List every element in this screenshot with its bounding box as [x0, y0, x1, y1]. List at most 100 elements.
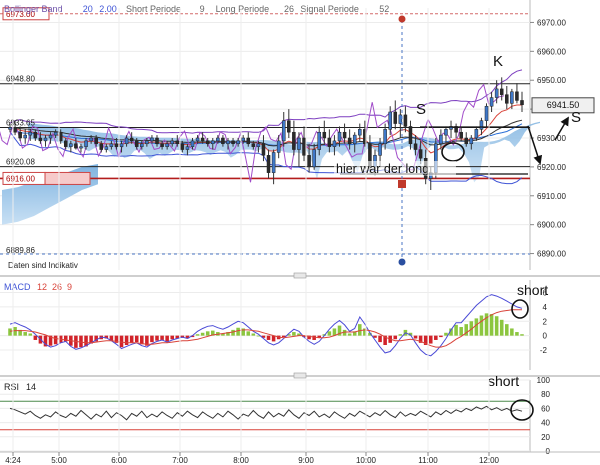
- macd-bar: [28, 333, 33, 336]
- candle-body: [413, 143, 418, 150]
- macd-bar: [134, 335, 139, 343]
- x-tick-label: 10:00: [356, 456, 377, 465]
- candle-body: [18, 131, 22, 139]
- y-tick-label: 6900.00: [537, 221, 566, 230]
- candle-body: [287, 120, 291, 133]
- macd-bar: [119, 335, 124, 348]
- level-tag-label: 6948.80: [6, 75, 35, 84]
- macd-param-2: 26: [52, 282, 62, 292]
- candle-body: [256, 143, 261, 147]
- macd-bar: [499, 319, 504, 336]
- candle-body: [418, 149, 423, 159]
- y-tick-label: 6930.00: [537, 134, 566, 143]
- candle-body: [134, 140, 139, 147]
- candle-body: [165, 143, 169, 147]
- candle-body: [494, 88, 499, 98]
- level-tag-label: 6889.86: [6, 246, 35, 255]
- candle-body: [129, 137, 134, 142]
- candle-body: [211, 140, 215, 145]
- candle-body: [236, 140, 240, 145]
- level-tag-label: 6916.00: [6, 174, 35, 183]
- candle-body: [150, 137, 154, 142]
- macd-bar: [413, 335, 418, 339]
- macd-bar: [489, 314, 494, 336]
- y-tick-label: 6910.00: [537, 192, 566, 201]
- candle-body: [48, 134, 53, 139]
- candle-body: [469, 137, 474, 145]
- legend-item: Signal Periode: [300, 4, 359, 14]
- candle-body: [297, 137, 301, 150]
- candle-body: [114, 143, 119, 147]
- legend-item: Short Periode: [126, 4, 181, 14]
- candle-body: [383, 129, 387, 145]
- candle-body: [23, 134, 27, 139]
- candle-body: [520, 100, 524, 106]
- candle-body: [403, 114, 408, 127]
- candle-body: [474, 129, 479, 139]
- candle-body: [205, 140, 210, 145]
- candle-body: [99, 143, 104, 150]
- macd-bar: [266, 335, 271, 340]
- macd-bar: [428, 335, 433, 344]
- macd-bar: [8, 328, 12, 336]
- macd-bar: [474, 318, 479, 336]
- macd-bar: [129, 335, 134, 343]
- candle-body: [347, 137, 352, 145]
- level-tag-label: 6920.08: [6, 158, 35, 167]
- candle-body: [322, 131, 327, 139]
- y-tick-label: 4: [543, 303, 548, 312]
- macd-param-3: 9: [67, 282, 72, 292]
- macd-bar: [358, 324, 362, 336]
- y-tick-label: 80: [541, 390, 550, 399]
- macd-bar: [398, 334, 403, 336]
- candle-body: [281, 120, 286, 142]
- legend-item: 9: [200, 4, 205, 14]
- macd-line: [9, 294, 523, 357]
- y-tick-label: 6890.00: [537, 250, 566, 259]
- macd-bar: [434, 335, 438, 340]
- candle-body: [190, 140, 195, 147]
- candle-body: [63, 140, 68, 147]
- candle-body: [499, 88, 504, 95]
- candle-body: [408, 126, 413, 145]
- candle-body: [145, 140, 149, 145]
- macd-bar: [231, 329, 235, 336]
- candle-body: [38, 137, 43, 142]
- macd-param-1: 12: [37, 282, 47, 292]
- candle-body: [109, 143, 114, 147]
- candle-body: [271, 152, 276, 173]
- candle-body: [266, 155, 271, 173]
- candle-body: [155, 137, 159, 145]
- annotation-circle-macd: [511, 299, 529, 319]
- y-tick-label: 6970.00: [537, 18, 566, 27]
- macd-bar: [510, 328, 514, 336]
- trading-chart: 6890.006900.006910.006920.006930.006940.…: [0, 0, 600, 465]
- candle-body: [352, 134, 357, 145]
- macd-bar: [150, 335, 154, 343]
- rsi-period: 14: [26, 382, 36, 392]
- macd-bar: [33, 335, 38, 340]
- crosshair-mid-marker: [398, 180, 406, 188]
- candle-body: [317, 131, 321, 150]
- candle-body: [312, 149, 316, 168]
- candle-body: [378, 143, 382, 156]
- candle-body: [175, 140, 180, 145]
- y-tick-label: 40: [541, 419, 550, 428]
- panel-resize-handle-macd[interactable]: [293, 272, 307, 279]
- macd-bar: [124, 335, 129, 345]
- macd-bar: [170, 335, 174, 340]
- candle-body: [104, 146, 109, 150]
- annotation-short-macd: short: [517, 282, 548, 298]
- candle-body: [69, 143, 73, 147]
- panel-resize-handle-rsi[interactable]: [293, 372, 307, 379]
- y-tick-label: 100: [537, 376, 551, 385]
- candle-body: [185, 146, 190, 150]
- candle-body: [342, 131, 347, 139]
- annotation-long: hier war der long: [336, 162, 429, 176]
- candle-body: [89, 137, 93, 142]
- macd-bar: [246, 331, 251, 336]
- candle-body: [33, 131, 38, 139]
- last-price-tag: 6941.50: [531, 97, 595, 114]
- macd-bar: [454, 324, 458, 336]
- candle-body: [180, 143, 185, 150]
